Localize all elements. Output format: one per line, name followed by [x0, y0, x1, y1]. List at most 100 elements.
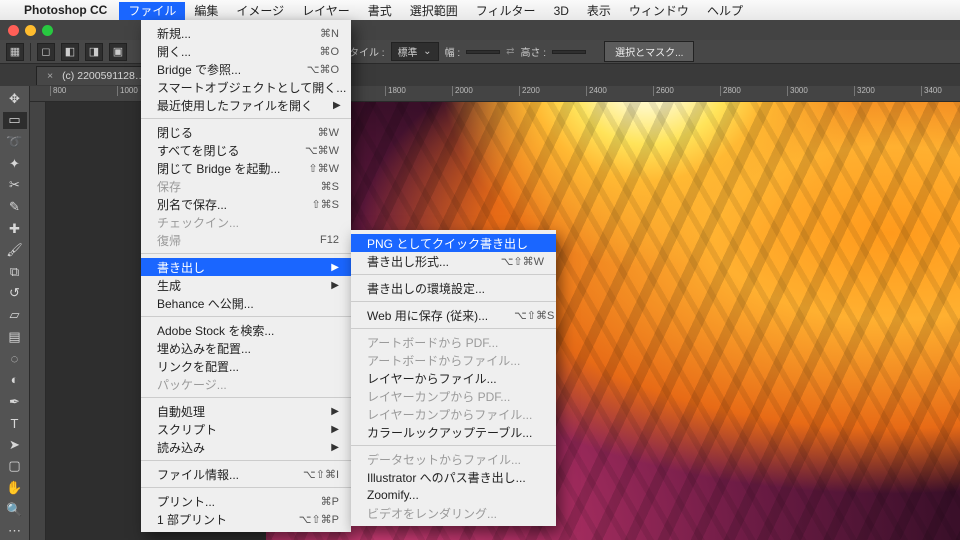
export-menu-item[interactable]: 書き出しの環境設定... [351, 279, 556, 297]
file-menu-item[interactable]: Behance へ公開... [141, 294, 351, 312]
export-menu-item: レイヤーカンプから PDF... [351, 387, 556, 405]
document-tab[interactable]: × (c) 2200591128… [36, 66, 156, 85]
file-menu-item[interactable]: Bridge で参照...⌥⌘O [141, 60, 351, 78]
file-menu-item[interactable]: リンクを配置... [141, 357, 351, 375]
menu-item-表示[interactable]: 表示 [578, 2, 620, 20]
file-menu-item: チェックイン... [141, 213, 351, 231]
mac-menubar: Photoshop CC ファイル編集イメージレイヤー書式選択範囲フィルター3D… [0, 0, 960, 20]
gradient-tool-icon[interactable]: ▤ [3, 328, 27, 346]
file-menu-item: パッケージ... [141, 375, 351, 393]
file-menu-item[interactable]: 開く...⌘O [141, 42, 351, 60]
height-field[interactable] [552, 50, 586, 54]
width-field[interactable] [466, 50, 500, 54]
export-menu-item[interactable]: レイヤーからファイル... [351, 369, 556, 387]
tool-preset-icon[interactable]: ▦ [6, 43, 24, 61]
export-menu-item: データセットからファイル... [351, 450, 556, 468]
rectangle-tool-icon[interactable]: ▢ [3, 458, 27, 476]
minimize-window-icon[interactable] [25, 25, 36, 36]
submenu-arrow-icon: ▶ [331, 406, 339, 417]
export-menu-item[interactable]: Zoomify... [351, 486, 556, 504]
blur-tool-icon[interactable]: ◌ [3, 350, 27, 368]
ruler-tick: 2400 [586, 86, 607, 96]
file-menu-item[interactable]: すべてを閉じる⌥⌘W [141, 141, 351, 159]
file-menu-item[interactable]: 最近使用したファイルを開く▶ [141, 96, 351, 114]
selection-mode-intersect-icon[interactable]: ▣ [109, 43, 127, 61]
ruler-tick: 2600 [653, 86, 674, 96]
eyedropper-tool-icon[interactable]: ✎ [3, 198, 27, 216]
export-menu-item: ビデオをレンダリング... [351, 504, 556, 522]
export-submenu: PNG としてクイック書き出し書き出し形式...⌥⇧⌘W 書き出しの環境設定...… [351, 230, 556, 526]
app-name: Photoshop CC [24, 3, 107, 17]
menu-item-選択範囲[interactable]: 選択範囲 [401, 2, 467, 20]
zoom-window-icon[interactable] [42, 25, 53, 36]
export-menu-item: アートボードからファイル... [351, 351, 556, 369]
stamp-tool-icon[interactable]: ⧉ [3, 263, 27, 281]
move-tool-icon[interactable]: ✥ [3, 90, 27, 108]
close-tab-icon[interactable]: × [47, 70, 53, 82]
file-menu-item: 復帰F12 [141, 231, 351, 249]
export-menu-item[interactable]: Illustrator へのパス書き出し... [351, 468, 556, 486]
menu-item-フィルター[interactable]: フィルター [467, 2, 545, 20]
history-brush-tool-icon[interactable]: ↺ [3, 285, 27, 303]
lasso-tool-icon[interactable]: ➰ [3, 133, 27, 151]
selection-mode-sub-icon[interactable]: ◨ [85, 43, 103, 61]
zoom-tool-icon[interactable]: 🔍 [3, 501, 27, 519]
export-menu-item[interactable]: カラールックアップテーブル... [351, 423, 556, 441]
file-menu-item[interactable]: 読み込み▶ [141, 438, 351, 456]
type-tool-icon[interactable]: T [3, 414, 27, 432]
menu-item-レイヤー[interactable]: レイヤー [293, 2, 359, 20]
vertical-ruler [30, 102, 46, 540]
file-menu-item[interactable]: Adobe Stock を検索... [141, 321, 351, 339]
healing-tool-icon[interactable]: ✚ [3, 220, 27, 238]
export-menu-item: アートボードから PDF... [351, 333, 556, 351]
swap-icon[interactable]: ⇄ [506, 46, 514, 57]
file-menu-item[interactable]: スマートオブジェクトとして開く... [141, 78, 351, 96]
file-menu-item[interactable]: 生成▶ [141, 276, 351, 294]
export-menu-item[interactable]: Web 用に保存 (従来)...⌥⇧⌘S [351, 306, 556, 324]
file-menu-item[interactable]: スクリプト▶ [141, 420, 351, 438]
file-menu-item[interactable]: 1 部プリント⌥⇧⌘P [141, 510, 351, 528]
close-window-icon[interactable] [8, 25, 19, 36]
file-menu-item: 保存⌘S [141, 177, 351, 195]
hand-tool-icon[interactable]: ✋ [3, 479, 27, 497]
file-menu-item[interactable]: 閉じる⌘W [141, 123, 351, 141]
brush-tool-icon[interactable]: 🖌 [3, 241, 27, 259]
width-label: 幅 : [445, 44, 461, 59]
ruler-tick: 1000 [117, 86, 138, 96]
menu-item-イメージ[interactable]: イメージ [227, 2, 293, 20]
ruler-tick: 2800 [720, 86, 741, 96]
file-menu-item[interactable]: 自動処理▶ [141, 402, 351, 420]
more-tool-icon[interactable]: ⋯ [3, 523, 27, 540]
menu-item-書式[interactable]: 書式 [359, 2, 401, 20]
pen-tool-icon[interactable]: ✒ [3, 393, 27, 411]
menu-item-ファイル[interactable]: ファイル [119, 2, 185, 20]
crop-tool-icon[interactable]: ✂ [3, 177, 27, 195]
tools-panel: ✥ ▭ ➰ ✦ ✂ ✎ ✚ 🖌 ⧉ ↺ ▱ ▤ ◌ ◐ ✒ T ➤ ▢ ✋ 🔍 ⋯ [0, 86, 30, 540]
file-menu-item[interactable]: 新規...⌘N [141, 24, 351, 42]
ruler-tick: 2000 [452, 86, 473, 96]
file-menu-item[interactable]: 閉じて Bridge を起動...⇧⌘W [141, 159, 351, 177]
file-menu-item[interactable]: 書き出し▶ [141, 258, 351, 276]
path-select-tool-icon[interactable]: ➤ [3, 436, 27, 454]
submenu-arrow-icon: ▶ [333, 100, 341, 111]
rect-marquee-tool-icon[interactable]: ▭ [3, 112, 27, 130]
file-menu-item[interactable]: プリント...⌘P [141, 492, 351, 510]
select-and-mask-button[interactable]: 選択とマスク... [604, 41, 694, 62]
style-dropdown[interactable]: 標準⌄ [391, 42, 439, 61]
ruler-tick: 3200 [854, 86, 875, 96]
eraser-tool-icon[interactable]: ▱ [3, 306, 27, 324]
export-menu-item[interactable]: 書き出し形式...⌥⇧⌘W [351, 252, 556, 270]
file-menu-item[interactable]: ファイル情報...⌥⇧⌘I [141, 465, 351, 483]
menu-item-編集[interactable]: 編集 [185, 2, 227, 20]
submenu-arrow-icon: ▶ [331, 424, 339, 435]
selection-mode-new-icon[interactable]: ◻ [37, 43, 55, 61]
file-menu-item[interactable]: 埋め込みを配置... [141, 339, 351, 357]
menu-item-ヘルプ[interactable]: ヘルプ [698, 2, 752, 20]
export-menu-item[interactable]: PNG としてクイック書き出し [351, 234, 556, 252]
selection-mode-add-icon[interactable]: ◧ [61, 43, 79, 61]
dodge-tool-icon[interactable]: ◐ [3, 371, 27, 389]
menu-item-3D[interactable]: 3D [545, 2, 578, 20]
file-menu-item[interactable]: 別名で保存...⇧⌘S [141, 195, 351, 213]
wand-tool-icon[interactable]: ✦ [3, 155, 27, 173]
menu-item-ウィンドウ[interactable]: ウィンドウ [620, 2, 698, 20]
